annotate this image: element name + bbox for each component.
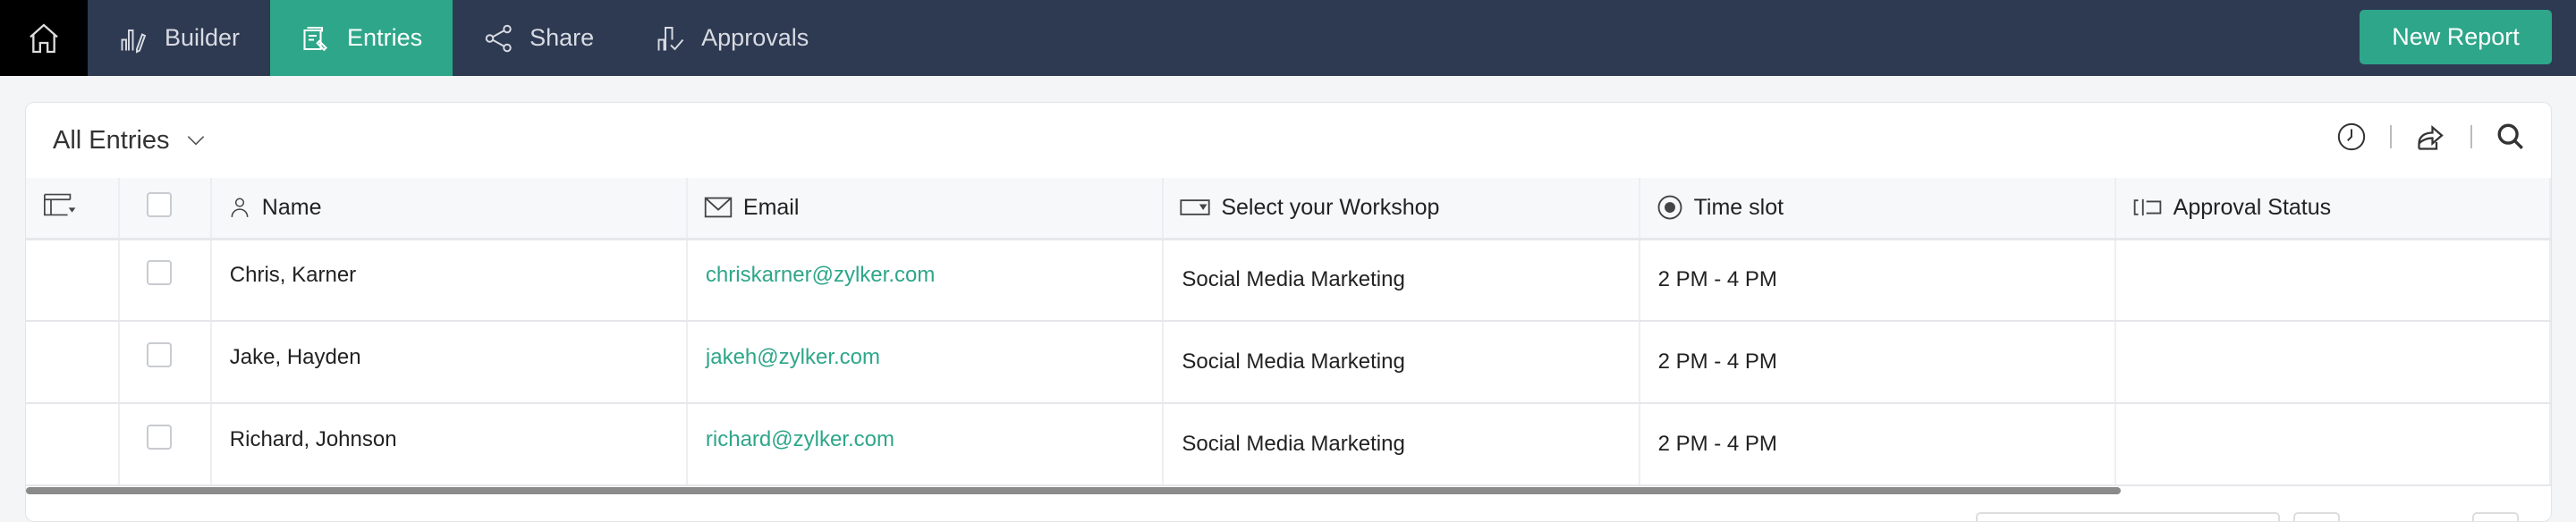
export-icon[interactable] [2415,121,2447,153]
name-text: Jake, Hayden [229,345,361,369]
row-checkbox[interactable] [146,424,172,450]
email-icon [704,197,733,218]
table-header: Name Email Select your Workshop Time slo… [26,178,2551,240]
horizontal-scrollbar[interactable] [26,487,2121,494]
cell-workshop: Social Media Marketing [1163,321,1640,404]
cell-workshop: Social Media Marketing [1163,403,1640,486]
divider [2470,125,2472,148]
divider [2390,125,2392,148]
cell-email: chriskarner@zylker.com [686,239,1165,322]
column-settings-icon [44,193,76,216]
home-button[interactable] [0,0,88,76]
row-checkbox[interactable] [146,259,172,285]
name-text: Chris, Karner [229,263,357,288]
tab-approvals[interactable]: Approvals [624,0,839,76]
email-link[interactable]: jakeh@zylker.com [706,345,880,369]
row-select-cell [118,321,212,404]
cell-approval-status [2114,321,2551,404]
radio-field-icon [1657,195,1682,220]
approvals-icon [657,26,684,50]
table-row[interactable]: Richard, Johnson richard@zylker.com Soci… [26,403,2551,486]
cell-name: Richard, Johnson [210,403,688,486]
select-all-checkbox[interactable] [146,191,172,217]
cell-email: richard@zylker.com [686,403,1165,486]
cell-time-slot: 2 PM - 4 PM [1639,321,2116,404]
cell-time-slot: 2 PM - 4 PM [1639,239,2116,322]
dropdown-field-icon [1180,199,1210,216]
pagination-next-button[interactable] [2472,512,2519,521]
tab-label: Entries [347,24,423,51]
pagination-prev-button[interactable] [2293,512,2340,521]
cell-workshop: Social Media Marketing [1163,239,1640,322]
person-icon [231,198,249,218]
column-name[interactable]: Name [210,178,688,240]
column-label: Approval Status [2173,194,2332,220]
row-spacer [26,321,120,404]
tab-label: Builder [165,24,241,51]
report-card: All Entries Name Email Select your Works… [25,102,2552,522]
name-text: Richard, Johnson [229,427,397,451]
status-field-icon [2133,199,2161,216]
cell-name: Chris, Karner [210,239,688,322]
tab-builder[interactable]: Builder [88,0,270,76]
row-select-cell [118,403,212,486]
email-link[interactable]: chriskarner@zylker.com [706,263,935,287]
search-icon[interactable] [2496,122,2526,152]
cell-email: jakeh@zylker.com [686,321,1165,404]
tab-share[interactable]: Share [453,0,624,76]
view-selector[interactable]: All Entries [26,103,2551,178]
pagination-control[interactable] [1976,512,2280,521]
table-row[interactable]: Chris, Karner chriskarner@zylker.com Soc… [26,239,2551,322]
column-settings[interactable] [26,178,120,240]
cell-time-slot: 2 PM - 4 PM [1639,403,2116,486]
select-all-cell [118,178,212,240]
column-email[interactable]: Email [686,178,1165,240]
column-time-slot[interactable]: Time slot [1639,178,2116,240]
cell-name: Jake, Hayden [210,321,688,404]
table-row[interactable]: Jake, Hayden jakeh@zylker.com Social Med… [26,321,2551,404]
column-label: Select your Workshop [1221,194,1440,220]
tab-label: Share [530,24,595,51]
column-approval-status[interactable]: Approval Status [2114,178,2551,240]
top-nav: Builder Entries Share Approvals New Repo… [0,0,2576,76]
new-report-button[interactable]: New Report [2360,10,2552,64]
entries-table: Name Email Select your Workshop Time slo… [26,178,2551,486]
row-select-cell [118,239,212,322]
column-label: Name [261,194,322,220]
row-spacer [26,239,120,322]
row-checkbox[interactable] [146,341,172,367]
column-workshop[interactable]: Select your Workshop [1163,178,1640,240]
report-toolbar [2336,121,2526,153]
cell-approval-status [2114,239,2551,322]
chevron-down-icon [187,136,204,146]
clock-icon[interactable] [2336,122,2367,152]
cell-approval-status [2114,403,2551,486]
tab-entries[interactable]: Entries [270,0,453,76]
column-label: Time slot [1693,194,1784,220]
entries-icon [303,26,328,51]
builder-icon [121,29,147,54]
tab-label: Approvals [701,24,809,51]
share-icon [485,24,512,52]
home-icon [30,22,58,53]
column-label: Email [742,194,800,220]
view-title: All Entries [53,125,170,155]
email-link[interactable]: richard@zylker.com [706,427,894,451]
row-spacer [26,403,120,486]
